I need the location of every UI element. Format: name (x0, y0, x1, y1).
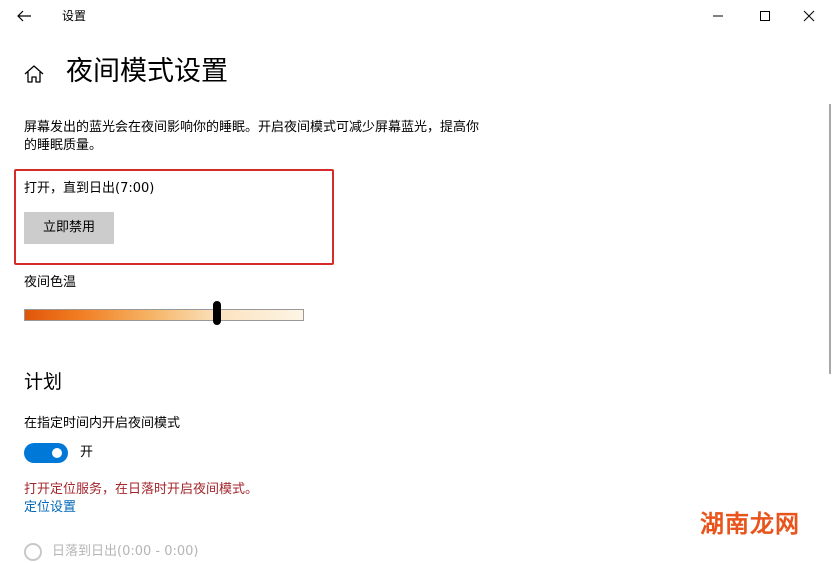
close-icon (803, 10, 815, 22)
location-settings-link[interactable]: 定位设置 (24, 500, 76, 516)
night-light-description: 屏幕发出的蓝光会在夜间影响你的睡眠。开启夜间模式可减少屏幕蓝光，提高你的睡眠质量… (24, 120, 480, 153)
schedule-toggle[interactable] (24, 443, 68, 463)
back-arrow-icon (17, 10, 31, 22)
scrollbar[interactable] (829, 104, 831, 374)
back-button[interactable] (12, 6, 36, 26)
maximize-icon (760, 11, 770, 21)
color-temperature-label: 夜间色温 (24, 275, 77, 290)
page-title: 夜间模式设置 (66, 56, 228, 87)
app-title: 设置 (62, 9, 87, 23)
sunset-option-label: 日落到日出(0:00 - 0:00) (52, 544, 199, 559)
title-bar: 设置 (0, 0, 834, 32)
maximize-button[interactable] (753, 6, 777, 26)
radio-button[interactable] (24, 543, 42, 561)
minimize-button[interactable] (706, 6, 730, 26)
home-icon[interactable] (22, 62, 46, 86)
disable-now-button[interactable]: 立即禁用 (24, 212, 114, 244)
slider-track (25, 310, 303, 320)
toggle-knob (52, 448, 62, 458)
color-temperature-slider[interactable] (24, 301, 304, 325)
minimize-icon (713, 15, 723, 17)
schedule-toggle-label: 在指定时间内开启夜间模式 (24, 416, 181, 431)
location-warning: 打开定位服务，在日落时开启夜间模式。 (24, 482, 259, 497)
schedule-heading: 计划 (24, 371, 63, 393)
close-button[interactable] (797, 6, 821, 26)
toggle-state-label: 开 (80, 445, 94, 460)
watermark: 湖南龙网 (700, 510, 800, 538)
slider-thumb[interactable] (212, 301, 221, 325)
night-light-status: 打开，直到日出(7:00) (24, 181, 155, 196)
